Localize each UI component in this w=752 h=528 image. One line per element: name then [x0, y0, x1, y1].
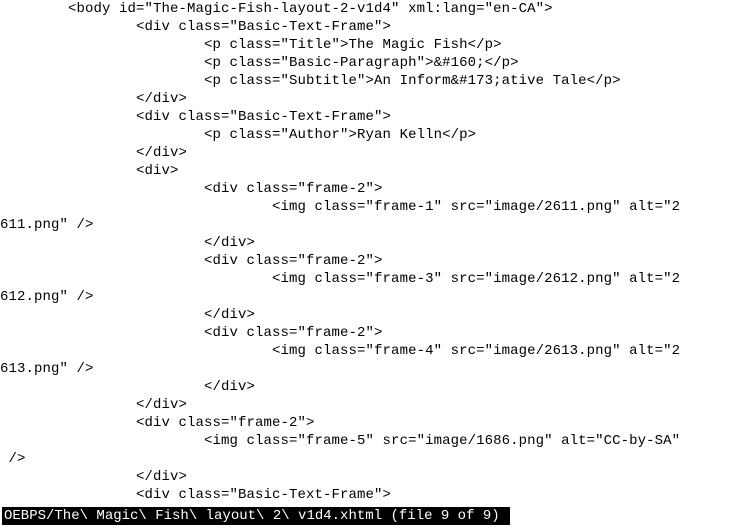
code-line: <div> [0, 163, 179, 179]
code-line: </div> [0, 397, 187, 413]
code-line: <body id="The-Magic-Fish-layout-2-v1d4" … [0, 1, 553, 17]
code-line: <p class="Subtitle">An Inform&#173;ative… [0, 73, 621, 89]
code-line: <div class="frame-2"> [0, 181, 383, 197]
code-line: 611.png" /> [0, 217, 94, 233]
code-line: <p class="Basic-Paragraph">&#160;</p> [0, 55, 519, 71]
code-line: <div class="Basic-Text-Frame"> [0, 109, 391, 125]
code-line: </div> [0, 307, 255, 323]
code-line: <div class="frame-2"> [0, 415, 315, 431]
code-line: <p class="Title">The Magic Fish</p> [0, 37, 502, 53]
code-line: <div class="frame-2"> [0, 325, 383, 341]
code-line: <img class="frame-3" src="image/2612.png… [0, 271, 680, 287]
code-line: <p class="Author">Ryan Kelln</p> [0, 127, 476, 143]
code-line: </div> [0, 145, 187, 161]
code-line: /> [0, 451, 26, 467]
status-bar: OEBPS/The\ Magic\ Fish\ layout\ 2\ v1d4.… [2, 507, 510, 525]
code-line: <div class="Basic-Text-Frame"> [0, 487, 391, 503]
code-line: 612.png" /> [0, 289, 94, 305]
code-viewport[interactable]: <body id="The-Magic-Fish-layout-2-v1d4" … [0, 0, 752, 504]
code-line: <img class="frame-1" src="image/2611.png… [0, 199, 680, 215]
code-line: <div class="Basic-Text-Frame"> [0, 19, 391, 35]
code-line: </div> [0, 469, 187, 485]
code-line: </div> [0, 91, 187, 107]
code-line: 613.png" /> [0, 361, 94, 377]
code-line: </div> [0, 379, 255, 395]
code-line: <img class="frame-4" src="image/2613.png… [0, 343, 680, 359]
code-line: <img class="frame-5" src="image/1686.png… [0, 433, 680, 449]
code-line: </div> [0, 235, 255, 251]
code-line: <div class="frame-2"> [0, 253, 383, 269]
